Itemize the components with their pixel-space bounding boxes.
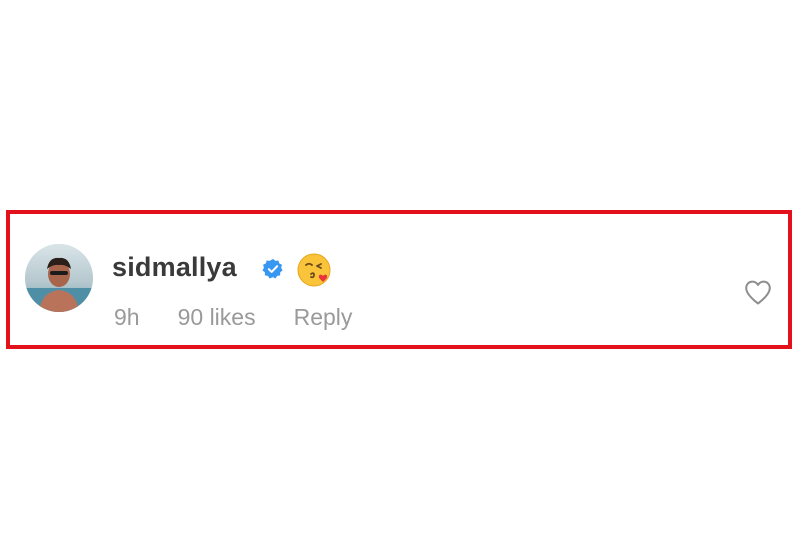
likes-count[interactable]: 90 likes [178, 304, 256, 331]
heart-outline-icon[interactable] [743, 278, 773, 306]
avatar[interactable] [25, 244, 93, 312]
comment-meta: 9h 90 likes Reply [114, 304, 352, 331]
highlight-box: sidmallya 9h 90 likes Reply [6, 210, 792, 349]
face-blowing-kiss-emoji [297, 253, 331, 287]
page: sidmallya 9h 90 likes Reply [0, 0, 800, 533]
comment-row: sidmallya 9h 90 likes Reply [10, 214, 788, 345]
reply-button[interactable]: Reply [294, 304, 353, 331]
comment-timestamp: 9h [114, 304, 140, 330]
username[interactable]: sidmallya [112, 252, 237, 283]
verified-badge-icon [262, 258, 283, 279]
